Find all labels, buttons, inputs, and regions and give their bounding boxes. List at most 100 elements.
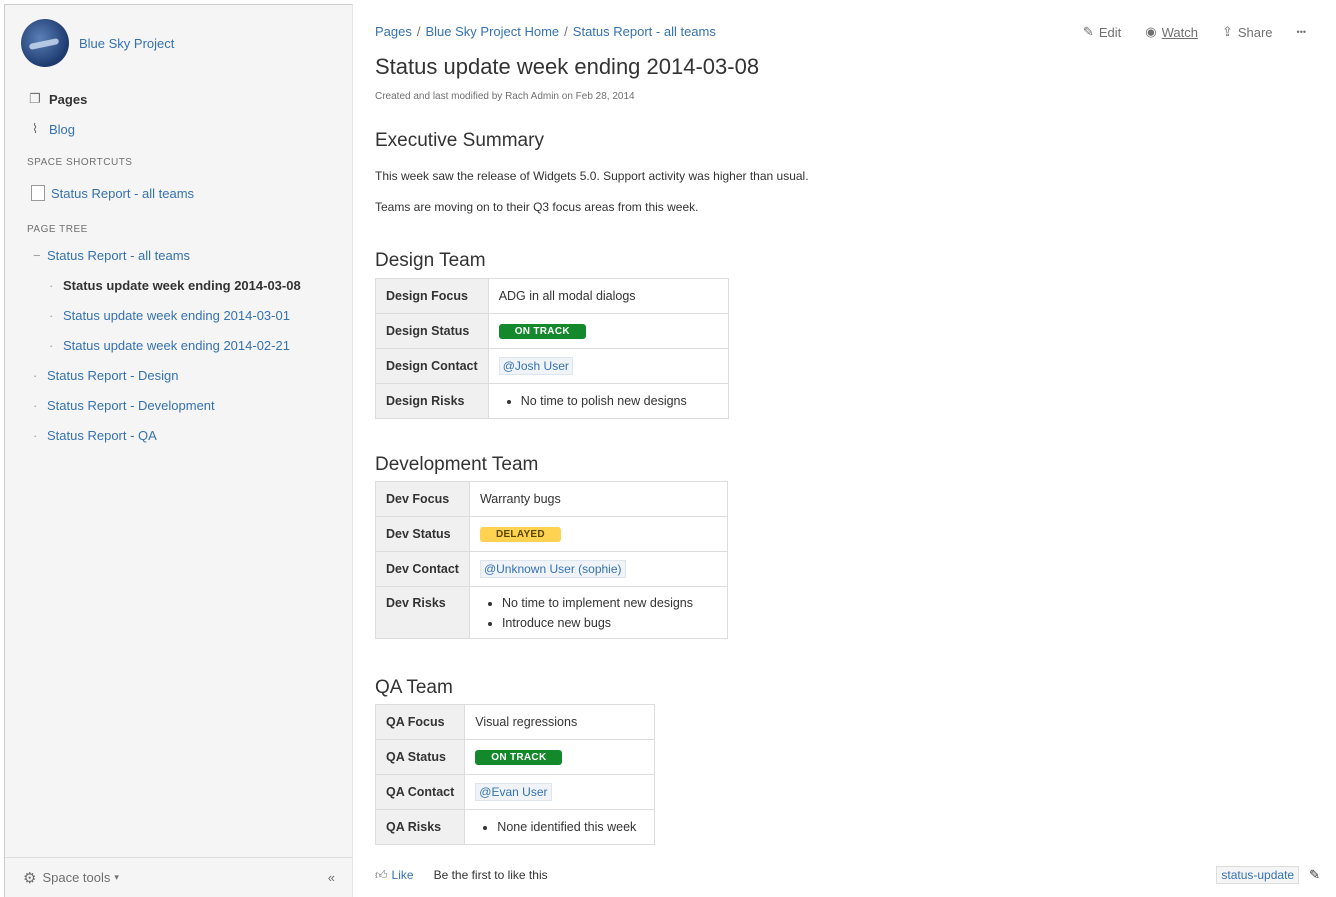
more-actions-button[interactable]: ••• [1297,27,1306,37]
list-item: None identified this week [497,817,644,837]
bullet-icon: · [33,398,38,413]
development-team-table: Dev Focus Warranty bugs Dev Status DELAY… [375,481,728,639]
page-actions: ✎ Edit ◉ Watch ⇪ Share ••• [1059,24,1306,40]
table-row: QA Risks None identified this week [374,809,656,845]
main-content: Pages / Blue Sky Project Home / Status Repor… [374,0,1330,897]
tree-item-label: Status Report - QA [47,428,157,443]
tree-item[interactable]: · Status update week ending 2014-02-21 [33,337,301,367]
pencil-icon: ✎ [1082,24,1094,39]
qa-focus-value: Visual regressions [464,704,656,740]
share-button[interactable]: ⇪ Share [1222,24,1273,40]
page-metadata: Created and last modified by Rach Admin … [375,91,635,102]
qa-team-heading: QA Team [375,677,453,698]
dev-focus-value: Warranty bugs [468,481,728,517]
qa-team-table: QA Focus Visual regressions QA Status ON… [374,704,656,845]
breadcrumb: Pages / Blue Sky Project Home / Status Repor… [375,24,716,39]
tree-item-label: Status update week ending 2014-03-01 [63,308,290,323]
breadcrumb-item[interactable]: Blue Sky Project Home [426,24,560,39]
user-mention[interactable]: @Josh User [498,357,573,375]
space-tools-button[interactable]: ⚙ Space tools ▾ [23,869,119,887]
sidebar-main-nav: ❐ Pages ⌇ Blog [27,89,87,149]
executive-summary-heading: Executive Summary [375,130,544,151]
tree-item[interactable]: · Status Report - Development [33,397,301,427]
rss-icon: ⌇ [31,121,39,136]
table-row: Design Contact @Josh User [375,348,729,384]
contact-cell: @Josh User [487,348,729,384]
design-team-heading: Design Team [375,250,486,271]
pages-icon: ❐ [29,91,41,106]
user-mention[interactable]: @Unknown User (sophie) [479,560,626,578]
sidebar-footer: ⚙ Space tools ▾ « [5,857,353,897]
design-team-table: Design Focus ADG in all modal dialogs De… [375,278,729,419]
chevron-down-icon: ▾ [114,872,119,882]
breadcrumb-item[interactable]: Pages [375,24,412,39]
shortcut-label: Status Report - all teams [51,185,195,201]
space-tools-label: Space tools [42,870,111,885]
tree-item-label: Status Report - all teams [47,248,191,263]
page-label[interactable]: status-update [1216,866,1300,884]
tree-item[interactable]: · Status Report - Design [33,367,301,397]
table-row: Design Risks No time to polish new desig… [375,383,729,419]
tree-item[interactable]: − Status Report - all teams [33,247,301,277]
executive-summary-text: Teams are moving on to their Q3 focus ar… [375,200,699,214]
edit-button[interactable]: ✎ Edit [1083,24,1121,40]
table-row: QA Status ON TRACK [374,739,656,775]
sidebar-item-blog[interactable]: ⌇ Blog [27,119,87,139]
risks-cell: No time to implement new designsIntroduc… [468,586,728,639]
edit-labels-icon[interactable]: ✎ [1309,867,1320,883]
list-item: No time to polish new designs [521,391,718,411]
tree-item-label: Status Report - Design [47,368,179,383]
row-header: Design Status [375,313,489,349]
share-icon: ⇪ [1221,24,1233,39]
space-shortcuts-heading: SPACE SHORTCUTS [27,157,133,168]
like-button[interactable]: Like [392,868,414,882]
page-footer: 👍︎ Like Be the first to like this status… [375,866,1320,884]
tree-item[interactable]: · Status update week ending 2014-03-01 [33,307,301,337]
sidebar-item-pages[interactable]: ❐ Pages [27,89,87,109]
tree-item-label: Status Report - Development [47,398,215,413]
row-header: QA Status [374,739,466,775]
status-cell: ON TRACK [464,739,656,775]
table-row: Design Focus ADG in all modal dialogs [375,278,729,314]
sidebar: Blue Sky Project ❐ Pages ⌇ Blog SPACE SH… [4,4,353,897]
bullet-icon: · [49,338,54,353]
thumbs-up-icon[interactable]: 👍︎ [375,868,388,883]
page-icon [31,185,45,201]
collapse-toggle-icon[interactable]: − [33,247,47,265]
page-tree: − Status Report - all teams · Status upd… [33,247,301,457]
tree-item-current[interactable]: · Status update week ending 2014-03-08 [33,277,301,307]
development-team-heading: Development Team [375,454,539,475]
collapse-sidebar-button[interactable]: « [328,870,335,885]
tree-item-label: Status update week ending 2014-03-08 [63,278,301,293]
shortcut-link[interactable]: Status Report - all teams [31,185,194,201]
tree-item[interactable]: · Status Report - QA [33,427,301,457]
row-header: Design Risks [375,383,489,419]
status-cell: ON TRACK [487,313,729,349]
contact-cell: @Evan User [464,774,656,810]
breadcrumb-item[interactable]: Status Report - all teams [573,24,716,39]
table-row: Dev Status DELAYED [375,516,728,552]
row-header: Dev Status [375,516,470,552]
row-header: QA Risks [374,809,466,845]
list-item: Introduce new bugs [502,613,717,633]
breadcrumb-separator: / [416,24,421,39]
tree-item-label: Status update week ending 2014-02-21 [63,338,290,353]
risks-cell: No time to polish new designs [487,383,729,419]
watch-button[interactable]: ◉ Watch [1145,24,1198,40]
page-title: Status update week ending 2014-03-08 [375,54,760,79]
edit-label: Edit [1098,24,1122,40]
executive-summary-text: This week saw the release of Widgets 5.0… [375,169,809,183]
user-mention[interactable]: @Evan User [475,783,552,801]
more-icon: ••• [1296,27,1306,37]
space-name[interactable]: Blue Sky Project [79,36,174,51]
table-row: QA Focus Visual regressions [374,704,656,740]
list-item: No time to implement new designs [502,593,717,613]
space-header[interactable]: Blue Sky Project [21,19,174,67]
status-badge: DELAYED [479,527,561,542]
contact-cell: @Unknown User (sophie) [468,551,728,587]
table-row: Dev Risks No time to implement new desig… [375,586,728,639]
table-row: QA Contact @Evan User [374,774,656,810]
gear-icon: ⚙ [23,869,37,887]
space-logo[interactable] [21,19,69,67]
breadcrumb-separator: / [564,24,568,39]
